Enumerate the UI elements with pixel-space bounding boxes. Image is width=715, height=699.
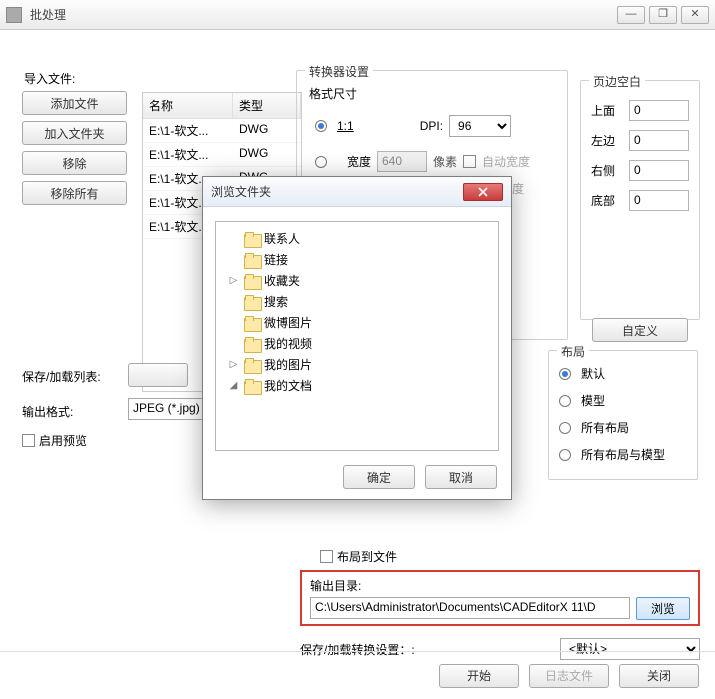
minimize-button[interactable]: —	[617, 6, 645, 24]
maximize-button[interactable]: ❐	[649, 6, 677, 24]
tree-item[interactable]: ▷我的图片	[220, 354, 494, 375]
add-folder-button[interactable]: 加入文件夹	[22, 121, 127, 145]
folder-icon	[244, 358, 260, 372]
margin-left-label: 左边	[591, 132, 619, 149]
close-button[interactable]: ✕	[681, 6, 709, 24]
dialog-title: 浏览文件夹	[211, 183, 463, 200]
output-dir-input[interactable]: C:\Users\Administrator\Documents\CADEdit…	[310, 597, 630, 619]
file-list-header: 名称 类型	[143, 93, 301, 119]
col-name-header[interactable]: 名称	[143, 93, 233, 118]
add-file-button[interactable]: 添加文件	[22, 91, 127, 115]
app-icon	[6, 7, 22, 23]
margin-top-input[interactable]: 0	[629, 100, 689, 121]
close-dialog-button[interactable]: 关闭	[619, 664, 699, 688]
layout-all-label: 所有布局	[581, 419, 629, 436]
folder-icon	[244, 295, 260, 309]
bottom-bar: 开始 日志文件 关闭	[0, 651, 715, 699]
window-title: 批处理	[30, 6, 617, 23]
tree-item[interactable]: ▷收藏夹	[220, 270, 494, 291]
folder-icon	[244, 337, 260, 351]
output-dir-section: 输出目录: C:\Users\Administrator\Documents\C…	[300, 570, 700, 626]
output-dir-label: 输出目录:	[310, 577, 690, 594]
dpi-select[interactable]: 96	[449, 115, 511, 137]
start-button[interactable]: 开始	[439, 664, 519, 688]
folder-icon	[244, 274, 260, 288]
format-size-label: 格式尺寸	[309, 85, 357, 102]
close-icon	[478, 187, 488, 197]
ratio-1-1-label: 1:1	[337, 119, 354, 133]
auto-width-label: 自动宽度	[482, 153, 530, 170]
tree-item[interactable]: 我的视频	[220, 333, 494, 354]
tree-item[interactable]: 链接	[220, 249, 494, 270]
output-format-label: 输出格式:	[22, 403, 73, 420]
layout-model-radio[interactable]	[559, 395, 571, 407]
dpi-label: DPI:	[420, 119, 443, 133]
folder-tree[interactable]: 联系人 链接 ▷收藏夹 搜索 微博图片 我的视频 ▷我的图片 ◢我的文档	[215, 221, 499, 451]
width-unit: 像素	[433, 153, 457, 170]
import-label: 导入文件:	[24, 70, 294, 87]
tree-item[interactable]: 联系人	[220, 228, 494, 249]
layout-all-radio[interactable]	[559, 422, 571, 434]
width-input[interactable]: 640	[377, 151, 427, 172]
margin-right-label: 右侧	[591, 162, 619, 179]
margin-legend: 页边空白	[589, 73, 645, 90]
col-type-header[interactable]: 类型	[233, 93, 301, 118]
savelist-label: 保存/加载列表:	[22, 368, 101, 385]
tree-item[interactable]: 微博图片	[220, 312, 494, 333]
expander-icon[interactable]: ▷	[228, 359, 239, 370]
folder-icon	[244, 253, 260, 267]
tree-item[interactable]: ◢我的文档	[220, 375, 494, 396]
savelist-button[interactable]	[128, 363, 188, 387]
auto-width-checkbox[interactable]	[463, 155, 476, 168]
browse-output-button[interactable]: 浏览	[636, 597, 690, 620]
layout-all-model-radio[interactable]	[559, 449, 571, 461]
converter-legend: 转换器设置	[305, 63, 373, 80]
custom-size-radio[interactable]	[315, 156, 327, 168]
layout-to-file-checkbox[interactable]	[320, 550, 333, 563]
log-button[interactable]: 日志文件	[529, 664, 609, 688]
tree-item[interactable]: 搜索	[220, 291, 494, 312]
remove-button[interactable]: 移除	[22, 151, 127, 175]
list-item[interactable]: E:\1-软文...DWG	[143, 119, 301, 143]
list-item[interactable]: E:\1-软文...DWG	[143, 143, 301, 167]
expander-icon[interactable]: ▷	[228, 275, 239, 286]
margin-top-label: 上面	[591, 102, 619, 119]
layout-default-label: 默认	[581, 365, 605, 382]
folder-icon	[244, 232, 260, 246]
layout-model-label: 模型	[581, 392, 605, 409]
layout-default-radio[interactable]	[559, 368, 571, 380]
dialog-titlebar[interactable]: 浏览文件夹	[203, 177, 511, 207]
remove-all-button[interactable]: 移除所有	[22, 181, 127, 205]
dialog-ok-button[interactable]: 确定	[343, 465, 415, 489]
enable-preview-checkbox[interactable]	[22, 434, 35, 447]
layout-group: 布局 默认 模型 所有布局 所有布局与模型	[548, 350, 698, 480]
output-format-select[interactable]: JPEG (*.jpg)	[128, 398, 208, 420]
margin-bottom-label: 底部	[591, 192, 619, 209]
dialog-cancel-button[interactable]: 取消	[425, 465, 497, 489]
width-label: 宽度	[337, 153, 371, 170]
enable-preview-label: 启用预览	[39, 432, 87, 449]
margin-right-input[interactable]: 0	[629, 160, 689, 181]
browse-folder-dialog: 浏览文件夹 联系人 链接 ▷收藏夹 搜索 微博图片 我的视频 ▷我的图片 ◢我的…	[202, 176, 512, 500]
layout-all-model-label: 所有布局与模型	[581, 446, 665, 463]
ratio-1-1-radio[interactable]	[315, 120, 327, 132]
window-titlebar: 批处理 — ❐ ✕	[0, 0, 715, 30]
custom-margin-button[interactable]: 自定义	[592, 318, 688, 342]
margin-bottom-input[interactable]: 0	[629, 190, 689, 211]
folder-icon	[244, 316, 260, 330]
margin-left-input[interactable]: 0	[629, 130, 689, 151]
layout-legend: 布局	[557, 343, 589, 360]
expander-icon[interactable]: ◢	[228, 380, 239, 391]
folder-icon	[244, 379, 260, 393]
layout-to-file-label: 布局到文件	[337, 548, 397, 565]
dialog-close-button[interactable]	[463, 183, 503, 201]
margin-group: 页边空白 上面0 左边0 右侧0 底部0	[580, 80, 700, 320]
